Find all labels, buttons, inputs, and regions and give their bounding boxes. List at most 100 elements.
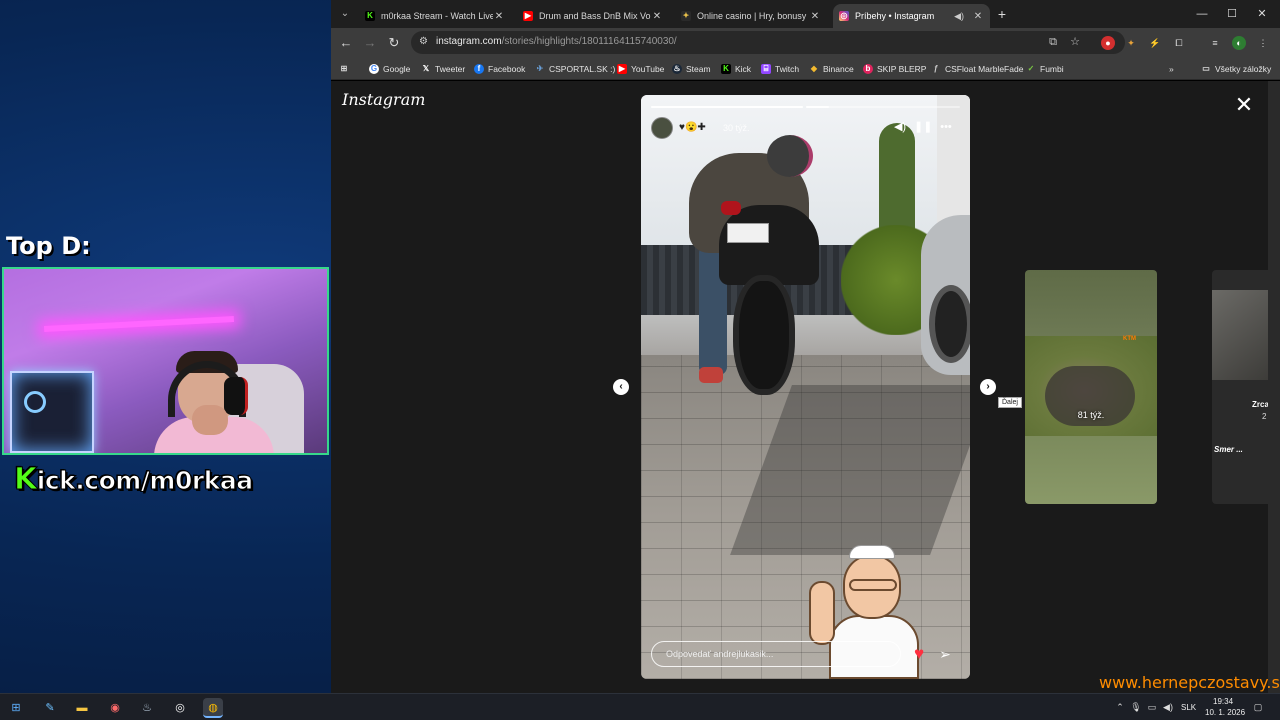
bookmark-steam[interactable]: ♨ Steam (672, 62, 711, 76)
bookmark-kick[interactable]: K Kick (721, 62, 751, 76)
volume-icon[interactable]: ◀) (1162, 701, 1174, 713)
tab-search-button[interactable]: ⌄ (337, 6, 353, 22)
page-scrollbar[interactable] (1268, 81, 1280, 693)
speaker-icon[interactable]: ◀) (954, 11, 964, 22)
close-tab-icon[interactable]: ✕ (809, 11, 821, 22)
kick-icon: K (365, 11, 375, 21)
preview-caption: Smer ... (1214, 445, 1243, 454)
close-window-button[interactable]: ✕ (1247, 4, 1277, 24)
steam-icon[interactable]: ♨ (137, 698, 157, 718)
preview-image: KTM (1025, 336, 1157, 436)
menu-dots-icon[interactable]: ⋮ (1256, 36, 1270, 50)
bookmark-csfloat[interactable]: ƒ CSFloat MarbleFade (931, 62, 1024, 76)
tab-casino[interactable]: ✦ Online casino | Hry, bonusy a free spi… (675, 4, 827, 28)
close-tab-icon[interactable]: ✕ (493, 11, 505, 22)
chrome-profile-icon[interactable]: ◉ (105, 698, 125, 718)
close-story-icon[interactable]: ✕ (1232, 93, 1256, 117)
bookmark-label: YouTube (631, 64, 665, 74)
tab-kick-stream[interactable]: K m0rkaa Stream - Watch Live on Kick ✕ (359, 4, 511, 28)
previous-story-button[interactable]: ‹ (613, 379, 629, 395)
forward-button[interactable]: → (362, 35, 378, 51)
bookmark-fumbi[interactable]: ✓ Fumbi (1026, 62, 1064, 76)
youtube-icon: ▶ (523, 11, 533, 21)
bookmark-label: Všetky záložky (1215, 64, 1272, 74)
bookmark-label: Binance (823, 64, 854, 74)
instagram-story-viewer: Instagram ✕ ♥😮✚ 30 týž. ◀) ❚❚ ••• Odpove… (331, 81, 1268, 693)
preview-avatar (1081, 398, 1099, 406)
reload-button[interactable]: ↻ (386, 35, 402, 51)
bookmark-star-icon[interactable]: ☆ (1069, 36, 1081, 48)
mute-icon[interactable]: ◀) (892, 119, 908, 135)
maximize-button[interactable]: ☐ (1217, 4, 1247, 24)
bookmark-google[interactable]: G Google (369, 62, 410, 76)
bookmark-twitch[interactable]: ⌸ Twitch (761, 62, 799, 76)
reply-input[interactable] (651, 641, 901, 667)
webcam-feed (2, 267, 329, 455)
story-time: 30 týž. (723, 123, 750, 133)
bookmark-tweeter[interactable]: 𝕏 Tweeter (421, 62, 465, 76)
close-tab-icon[interactable]: ✕ (651, 11, 663, 22)
send-icon[interactable]: ➢ (935, 645, 955, 663)
all-bookmarks-folder[interactable]: ▭ Všetky záložky (1201, 62, 1271, 76)
blerp-icon: b (863, 64, 873, 74)
bookmarks-overflow-button[interactable]: » (1169, 62, 1174, 76)
pen-app-icon[interactable]: ✎ (40, 698, 60, 718)
kick-icon: K (721, 64, 731, 74)
motorcycle-tyre (733, 275, 795, 395)
pc-case (10, 371, 94, 453)
minimize-button[interactable]: — (1187, 4, 1217, 24)
tab-dnb-mix[interactable]: ▶ Drum and Bass DnB Mix Vol. 02 ✕ (517, 4, 669, 28)
extension-icon[interactable]: ✦ (1124, 36, 1138, 50)
heart-icon[interactable]: ♥ (909, 645, 929, 663)
instagram-logo[interactable]: Instagram (342, 90, 425, 109)
notifications-icon[interactable]: ▢ (1252, 701, 1264, 713)
bookmark-csportal[interactable]: ✈ CSPORTAL.SK :) (535, 62, 616, 76)
next-story-button[interactable]: › (980, 379, 996, 395)
windows-start-icon[interactable]: ⊞ (6, 698, 26, 718)
preview-ktm-logo: KTM (1123, 336, 1136, 342)
kick-url-rest: ick.com/m0rkaa (36, 466, 253, 496)
csportal-icon: ✈ (536, 64, 544, 73)
extensions-puzzle-icon[interactable]: ⧠ (1172, 36, 1186, 50)
install-app-icon[interactable]: ⧉ (1047, 36, 1059, 48)
bookmark-binance[interactable]: ◆ Binance (809, 62, 854, 76)
chrome-icon[interactable]: ◍ (203, 698, 223, 718)
tray-overflow-icon[interactable]: ⌃ (1114, 701, 1126, 713)
story-author-avatar[interactable] (651, 117, 673, 139)
helmet-icon (767, 135, 813, 177)
bookmark-label: Fumbi (1040, 64, 1064, 74)
media-control-icon[interactable]: ≡ (1208, 36, 1222, 50)
new-tab-button[interactable]: + (994, 6, 1010, 22)
clock-time[interactable]: 19:34 (1213, 697, 1233, 706)
obs-icon[interactable]: ◎ (170, 698, 190, 718)
site-info-icon[interactable]: ⚙ (419, 36, 431, 48)
story-card[interactable]: ♥😮✚ 30 týž. ◀) ❚❚ ••• ♥ ➢ (641, 95, 970, 679)
tab-instagram[interactable]: ◎ Príbehy • Instagram ◀) ✕ (833, 4, 990, 28)
next-story-preview[interactable]: KTM 81 týž. (1025, 270, 1157, 504)
adblock-extension-icon[interactable]: ● (1101, 36, 1115, 50)
license-plate (727, 223, 769, 243)
extension-icon[interactable]: ⚡ (1148, 36, 1162, 50)
following-story-preview[interactable]: Zrca 2 Smer ... (1212, 270, 1268, 504)
bookmark-skip-blerp[interactable]: b SKIP BLERP (863, 62, 926, 76)
kick-url-prefix: K (14, 462, 38, 498)
url-text[interactable]: instagram.com/stories/highlights/1801116… (436, 36, 677, 47)
back-button[interactable]: ← (338, 35, 354, 51)
network-icon[interactable]: ▭ (1146, 701, 1158, 713)
address-bar[interactable]: ⚙ instagram.com/stories/highlights/18011… (411, 31, 1125, 54)
clock-date[interactable]: 10. 1. 2026 (1205, 708, 1245, 717)
bookmark-label: CSPORTAL.SK :) (549, 64, 616, 74)
pause-icon[interactable]: ❚❚ (914, 119, 932, 135)
language-indicator[interactable]: SLK (1181, 703, 1196, 712)
bookmark-facebook[interactable]: f Facebook (474, 62, 525, 76)
apps-grid-icon[interactable]: ⊞ (339, 62, 353, 76)
more-options-icon[interactable]: ••• (938, 119, 954, 135)
profile-avatar[interactable]: ◐ (1232, 36, 1246, 50)
story-author-emoji: ♥😮✚ (679, 122, 706, 133)
bookmark-label: Steam (686, 64, 711, 74)
close-tab-icon[interactable]: ✕ (972, 11, 984, 22)
microphone-icon[interactable]: 🎙 (1130, 701, 1142, 713)
file-explorer-icon[interactable]: ▬ (72, 698, 92, 718)
url-domain: instagram.com (436, 36, 502, 47)
bookmark-youtube[interactable]: ▶ YouTube (617, 62, 664, 76)
